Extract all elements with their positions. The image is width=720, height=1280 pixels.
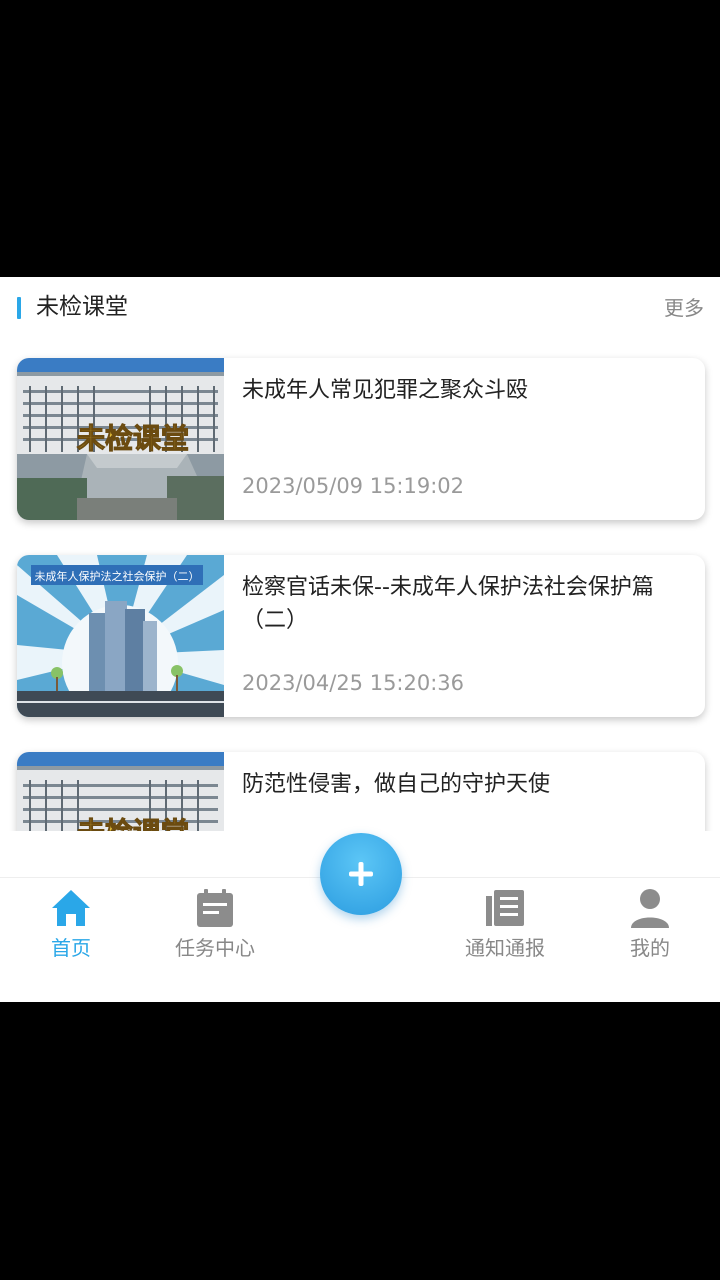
section-title: 未检课堂 [36, 294, 128, 320]
app-screen: 未检课堂 更多 未检课堂 未成年人常见犯罪之聚众斗殴 2023/05/09 15… [0, 277, 720, 1002]
article-list: 未检课堂 未成年人常见犯罪之聚众斗殴 2023/05/09 15:19:02 未… [0, 339, 720, 831]
article-card[interactable]: 未成年人保护法之社会保护（二） 检察官话未保--未成年人保护法社会保护篇（二） … [17, 555, 705, 717]
article-card[interactable]: 未检课堂 未成年人常见犯罪之聚众斗殴 2023/05/09 15:19:02 [17, 358, 705, 520]
section-header: 未检课堂 更多 [0, 277, 720, 339]
plus-icon [349, 862, 373, 886]
tab-task-center-label: 任务中心 [175, 936, 255, 960]
tab-notifications-label: 通知通报 [465, 936, 545, 960]
document-icon [486, 890, 524, 926]
thumbnail-logo-text: 未检课堂 [77, 422, 189, 455]
article-thumbnail: 未成年人保护法之社会保护（二） [17, 555, 224, 717]
tab-profile[interactable]: 我的 [590, 888, 710, 968]
section-accent-bar [17, 297, 21, 319]
clipboard-icon [197, 889, 233, 927]
thumbnail-logo-text: 未检课堂 [77, 816, 189, 831]
article-title: 未成年人常见犯罪之聚众斗殴 [242, 378, 529, 403]
article-thumbnail: 未检课堂 [17, 358, 224, 520]
article-card[interactable]: 未检课堂 防范性侵害，做自己的守护天使 [17, 752, 705, 831]
tab-notifications[interactable]: 通知通报 [445, 888, 565, 968]
thumbnail-banner-text: 未成年人保护法之社会保护（二） [35, 569, 200, 583]
tab-task-center[interactable]: 任务中心 [155, 888, 275, 968]
tab-home[interactable]: 首页 [11, 888, 131, 968]
article-thumbnail: 未检课堂 [17, 752, 224, 831]
add-button[interactable] [320, 833, 402, 915]
article-date: 2023/04/25 15:20:36 [242, 671, 465, 695]
more-link[interactable]: 更多 [664, 293, 704, 323]
tab-profile-label: 我的 [630, 936, 670, 960]
article-title: 防范性侵害，做自己的守护天使 [242, 772, 551, 797]
tab-home-label: 首页 [51, 936, 91, 960]
article-title: 检察官话未保--未成年人保护法社会保护篇（二） [242, 575, 654, 633]
article-date: 2023/05/09 15:19:02 [242, 474, 465, 498]
home-icon [52, 890, 90, 926]
user-icon [631, 889, 669, 928]
